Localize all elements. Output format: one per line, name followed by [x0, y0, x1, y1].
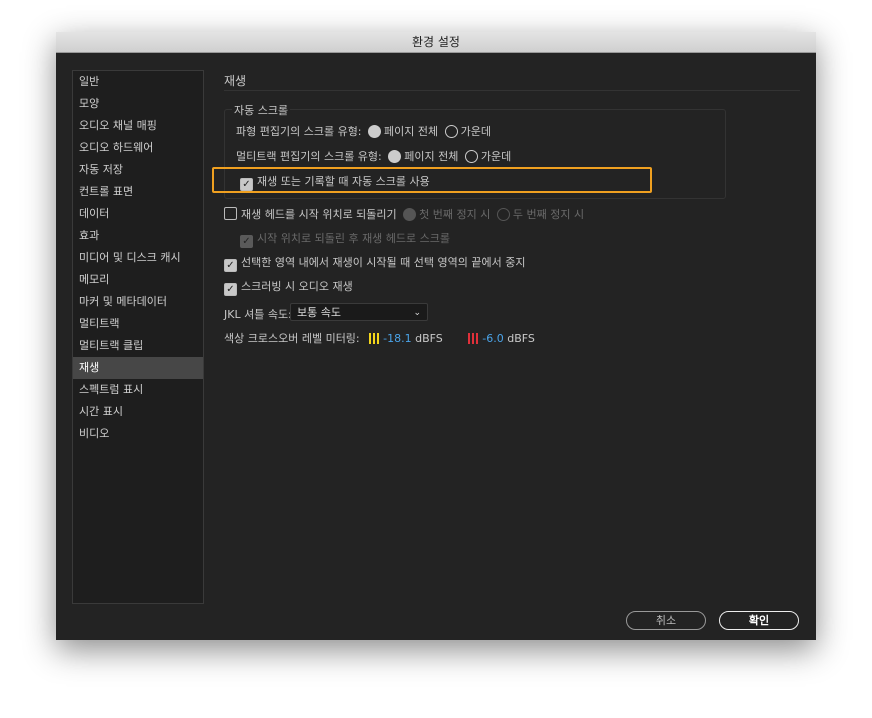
ok-button[interactable]: 확인 [719, 611, 799, 630]
sidebar-item[interactable]: 멀티트랙 [73, 313, 203, 335]
dropdown-value: 보통 속도 [297, 306, 341, 319]
checkbox-checked-icon: ✓ [224, 259, 237, 272]
sidebar-item[interactable]: 비디오 [73, 423, 203, 445]
section-title: 재생 [224, 74, 247, 88]
scrub-audio-checkbox[interactable]: ✓ 스크러빙 시 오디오 재생 [224, 278, 353, 296]
checkbox-label: 재생 헤드를 시작 위치로 되돌리기 [241, 208, 397, 221]
title-bar: 환경 설정 [56, 32, 816, 53]
sidebar-item[interactable]: 데이터 [73, 203, 203, 225]
sidebar-item[interactable]: 오디오 하드웨어 [73, 137, 203, 159]
radio-label: 페이지 전체 [384, 125, 439, 138]
sidebar-item[interactable]: 시간 표시 [73, 401, 203, 423]
checkbox-checked-icon: ✓ [240, 235, 253, 248]
sidebar-item[interactable]: 컨트롤 표면 [73, 181, 203, 203]
radio-waveform-center[interactable] [444, 125, 458, 138]
sidebar-item[interactable]: 효과 [73, 225, 203, 247]
stop-at-selection-checkbox[interactable]: ✓ 선택한 영역 내에서 재생이 시작될 때 선택 영역의 끝에서 중지 [224, 254, 525, 272]
unit: dBFS [507, 332, 535, 345]
cancel-button[interactable]: 취소 [626, 611, 706, 630]
radio-second-stop[interactable] [496, 208, 510, 221]
radio-label: 페이지 전체 [404, 150, 459, 163]
chevron-down-icon: ⌄ [413, 308, 421, 318]
red-value[interactable]: -6.0 [482, 332, 503, 345]
yellow-meter-swatch[interactable] [369, 333, 380, 344]
auto-scroll-checkbox[interactable]: ✓ 재생 또는 기록할 때 자동 스크롤 사용 [240, 173, 430, 191]
meter-label: 색상 크로스오버 레벨 미터링: [224, 332, 360, 345]
preferences-dialog: 환경 설정 일반 모양 오디오 채널 매핑 오디오 하드웨어 자동 저장 컨트롤 표면 데이… [56, 32, 816, 640]
jkl-label: JKL 셔틀 속도: [224, 308, 292, 321]
checkbox-label: 선택한 영역 내에서 재생이 시작될 때 선택 영역의 끝에서 중지 [241, 256, 526, 269]
sidebar-item[interactable]: 메모리 [73, 269, 203, 291]
checkbox-label: 시작 위치로 되돌린 후 재생 헤드로 스크롤 [257, 232, 451, 245]
sidebar-item[interactable]: 멀티트랙 클립 [73, 335, 203, 357]
radio-multitrack-page[interactable] [388, 150, 402, 163]
return-head-checkbox[interactable]: 재생 헤드를 시작 위치로 되돌리기 [224, 207, 397, 221]
radio-label: 가운데 [480, 150, 512, 163]
radio-waveform-page[interactable] [368, 125, 382, 138]
radio-label: 첫 번째 정지 시 [419, 208, 491, 221]
red-meter-swatch[interactable] [468, 333, 479, 344]
divider [224, 90, 800, 91]
radio-label: 두 번째 정지 시 [512, 208, 585, 221]
sidebar-item[interactable]: 미디어 및 디스크 캐시 [73, 247, 203, 269]
checkbox-checked-icon: ✓ [224, 283, 237, 296]
multitrack-scroll-label: 멀티트랙 편집기의 스크롤 유형: [236, 150, 382, 163]
scroll-after-return-checkbox[interactable]: ✓ 시작 위치로 되돌린 후 재생 헤드로 스크롤 [240, 230, 450, 248]
checkbox-label: 스크러빙 시 오디오 재생 [241, 280, 353, 293]
unit: dBFS [415, 332, 443, 345]
checkbox-checked-icon: ✓ [240, 178, 253, 191]
sidebar: 일반 모양 오디오 채널 매핑 오디오 하드웨어 자동 저장 컨트롤 표면 데이터 효과 미디어… [72, 70, 204, 604]
yellow-value[interactable]: -18.1 [383, 332, 411, 345]
group-title: 자동 스크롤 [232, 102, 291, 118]
sidebar-item[interactable]: 자동 저장 [73, 159, 203, 181]
sidebar-item[interactable]: 마커 및 메타데이터 [73, 291, 203, 313]
sidebar-item[interactable]: 스펙트럼 표시 [73, 379, 203, 401]
checkbox-unchecked-icon [224, 207, 237, 220]
jkl-speed-dropdown[interactable]: 보통 속도 ⌄ [290, 303, 428, 321]
sidebar-item[interactable]: 모양 [73, 93, 203, 115]
radio-first-stop[interactable] [403, 208, 417, 221]
radio-label: 가운데 [460, 125, 491, 138]
checkbox-label: 재생 또는 기록할 때 자동 스크롤 사용 [257, 175, 430, 188]
sidebar-item[interactable]: 오디오 채널 매핑 [73, 115, 203, 137]
waveform-scroll-label: 파형 편집기의 스크롤 유형: [236, 125, 362, 138]
sidebar-item[interactable]: 일반 [73, 71, 203, 93]
sidebar-item[interactable]: 재생 [73, 357, 203, 379]
radio-multitrack-center[interactable] [464, 150, 478, 163]
